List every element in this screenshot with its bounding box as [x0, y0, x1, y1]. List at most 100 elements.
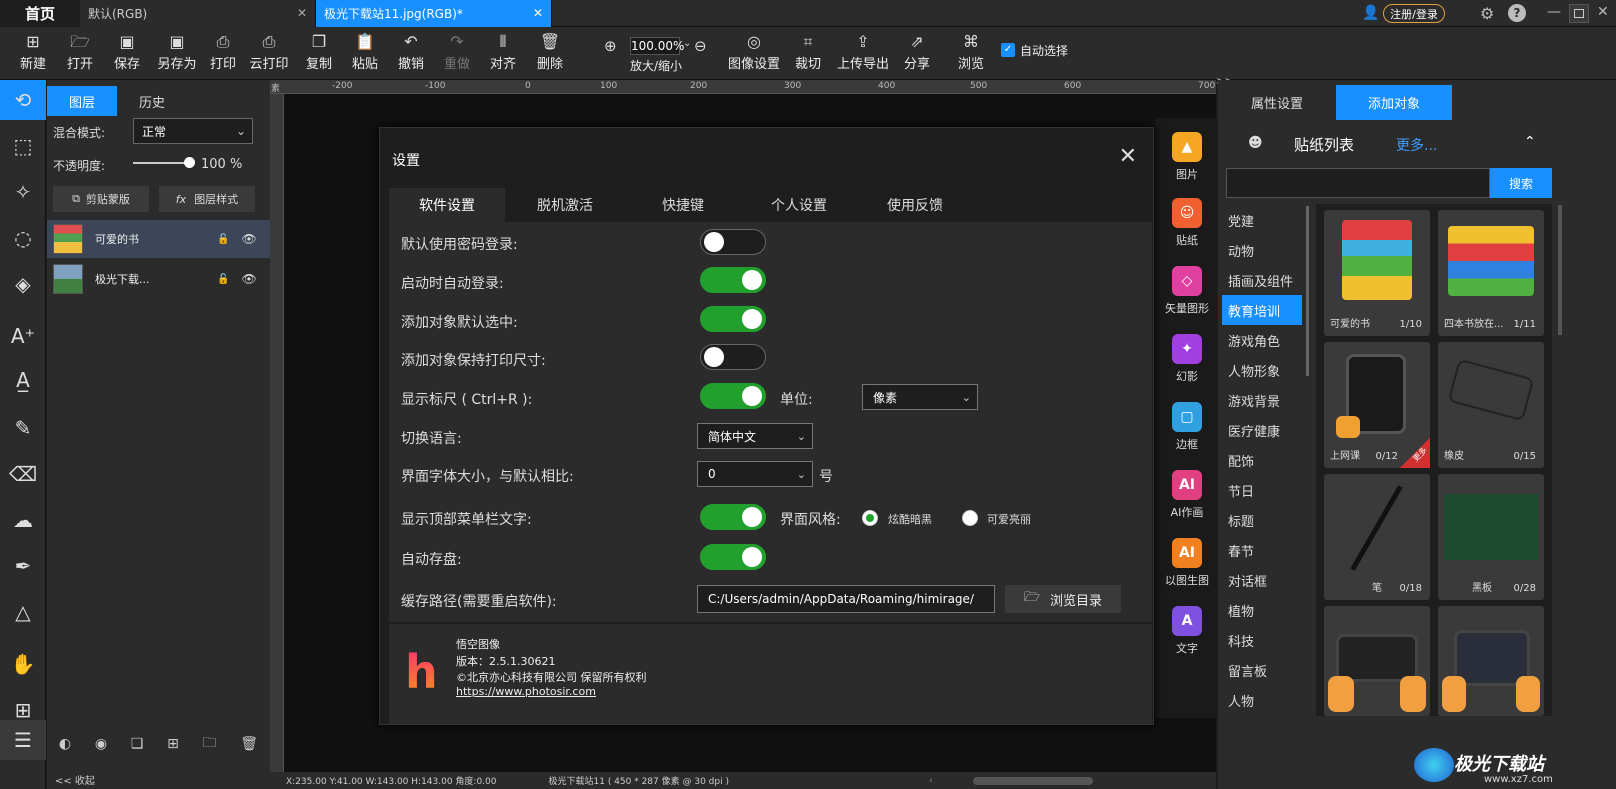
- sticker-item[interactable]: 橡皮 0/15: [1438, 342, 1544, 468]
- sticker-category[interactable]: 植物: [1222, 595, 1302, 625]
- category-vector[interactable]: ◇ 矢量图形: [1159, 266, 1215, 316]
- tab-personal-settings[interactable]: 个人设置: [741, 188, 857, 222]
- hand-tool-icon[interactable]: ✋: [0, 644, 46, 684]
- duplicate-icon[interactable]: ❏: [131, 736, 144, 752]
- sticker-category[interactable]: 配饰: [1222, 445, 1302, 475]
- close-icon[interactable]: ✕: [1119, 144, 1137, 169]
- browse-button[interactable]: ⌘ 浏览: [948, 31, 994, 72]
- sticker-category[interactable]: 医疗健康: [1222, 415, 1302, 445]
- search-button[interactable]: 搜索: [1490, 168, 1552, 198]
- category-scrollbar[interactable]: [1306, 206, 1309, 376]
- eye-icon[interactable]: 👁: [241, 272, 256, 286]
- help-icon[interactable]: ?: [1508, 4, 1526, 22]
- menu-text-toggle[interactable]: [700, 504, 766, 530]
- magic-wand-icon[interactable]: ✧: [0, 172, 46, 212]
- marquee-tool-icon[interactable]: ⬚: [0, 126, 46, 166]
- add-layer-icon[interactable]: ⊞: [167, 736, 179, 752]
- eye-icon[interactable]: 👁: [241, 232, 256, 246]
- shape-tool-icon[interactable]: △: [0, 592, 46, 632]
- select-tool-icon[interactable]: ⟲: [0, 80, 46, 120]
- doc-tab-active[interactable]: 极光下载站11.jpg(RGB)* ✕: [316, 0, 552, 27]
- chevron-down-icon[interactable]: ⌄: [683, 38, 691, 49]
- sticker-category[interactable]: 党建: [1222, 205, 1302, 235]
- tab-layers[interactable]: 图层: [47, 86, 117, 116]
- save-as-button[interactable]: ▣ 另存为: [150, 31, 204, 72]
- layer-row[interactable]: 极光下载... 🔓 👁: [47, 260, 270, 298]
- share-button[interactable]: ⇗ 分享: [894, 31, 940, 72]
- mask-icon[interactable]: ◉: [95, 736, 107, 752]
- sticker-category[interactable]: 插画及组件: [1222, 265, 1302, 295]
- tab-shortcuts[interactable]: 快捷键: [625, 188, 741, 222]
- user-icon[interactable]: 👤: [1362, 5, 1379, 21]
- style-light-radio[interactable]: [962, 510, 978, 526]
- category-image[interactable]: ▲ 图片: [1159, 132, 1215, 182]
- layer-row[interactable]: 可爱的书 🔓 👁: [47, 220, 270, 258]
- sticker-category[interactable]: 人物形象: [1222, 355, 1302, 385]
- close-icon[interactable]: ✕: [533, 6, 543, 20]
- sticker-scrollbar[interactable]: [1558, 205, 1562, 335]
- sticker-item[interactable]: 黑板 0/28: [1438, 474, 1544, 600]
- open-button[interactable]: 🗁 打开: [57, 31, 103, 72]
- opacity-slider-handle[interactable]: [184, 157, 195, 168]
- sticker-item[interactable]: 可爱的书 1/10: [1324, 210, 1430, 336]
- font-size-select[interactable]: 0 ⌄: [697, 461, 813, 487]
- category-sticker[interactable]: ☺ 贴纸: [1159, 198, 1215, 248]
- category-frame[interactable]: ▢ 边框: [1159, 402, 1215, 452]
- minimize-icon[interactable]: —: [1547, 4, 1561, 20]
- gear-icon[interactable]: ⚙: [1480, 4, 1494, 23]
- sticker-item[interactable]: 更多 上网课 0/12: [1324, 342, 1430, 468]
- layers-icon[interactable]: ☰: [0, 720, 46, 760]
- align-button[interactable]: ⫴ 对齐: [480, 31, 526, 72]
- maximize-icon[interactable]: [1569, 4, 1589, 23]
- lasso-icon[interactable]: ◌: [0, 218, 46, 258]
- auto-select-checkbox[interactable]: ✓: [1001, 43, 1015, 57]
- sticker-category[interactable]: 留言板: [1222, 655, 1302, 685]
- zoom-in-icon[interactable]: ⊕: [604, 37, 617, 55]
- zoom-out-icon[interactable]: ⊖: [694, 37, 707, 55]
- add-text-icon[interactable]: A⁺: [0, 316, 46, 356]
- browse-directory-button[interactable]: 🗁 浏览目录: [1005, 585, 1121, 613]
- sticker-item[interactable]: [1324, 606, 1430, 716]
- sticker-item[interactable]: 四本书放在... 1/11: [1438, 210, 1544, 336]
- sticker-category[interactable]: 标题: [1222, 505, 1302, 535]
- sticker-category[interactable]: 节日: [1222, 475, 1302, 505]
- zoom-input[interactable]: 100.00%: [630, 37, 684, 55]
- print-size-toggle[interactable]: [700, 344, 766, 370]
- login-button[interactable]: 注册/登录: [1383, 4, 1445, 23]
- tab-properties[interactable]: 属性设置: [1218, 85, 1336, 120]
- undo-button[interactable]: ↶ 撤销: [388, 31, 434, 72]
- sticker-category[interactable]: 对话框: [1222, 565, 1302, 595]
- text-style-icon[interactable]: A̲: [0, 360, 46, 400]
- layer-style-button[interactable]: fx 图层样式: [159, 186, 255, 212]
- pen-tool-icon[interactable]: ✒: [0, 546, 46, 586]
- sticker-search-input[interactable]: [1226, 168, 1490, 198]
- tab-add-object[interactable]: 添加对象: [1336, 85, 1452, 120]
- eraser-icon[interactable]: ⌫: [0, 454, 46, 494]
- close-window-icon[interactable]: ✕: [1597, 4, 1609, 20]
- smudge-icon[interactable]: ☁: [0, 500, 46, 540]
- tab-history[interactable]: 历史: [117, 86, 187, 116]
- crop-button[interactable]: ⌗ 裁切: [785, 31, 831, 72]
- lock-icon[interactable]: 🔓: [217, 274, 229, 285]
- trash-icon[interactable]: 🗑: [240, 736, 258, 752]
- delete-button[interactable]: 🗑 删除: [527, 31, 573, 72]
- sticker-category[interactable]: 游戏背景: [1222, 385, 1302, 415]
- image-settings-button[interactable]: ◎ 图像设置: [722, 31, 786, 72]
- ruler-toggle[interactable]: [700, 383, 766, 409]
- opacity-slider[interactable]: [133, 157, 195, 168]
- copy-button[interactable]: ❐ 复制: [296, 31, 342, 72]
- scroll-left-icon[interactable]: ‹: [929, 776, 933, 786]
- upload-export-button[interactable]: ⇪ 上传导出: [832, 31, 894, 72]
- auto-save-toggle[interactable]: [700, 544, 766, 570]
- sticker-item[interactable]: [1438, 606, 1544, 716]
- collapse-button[interactable]: << 收起: [55, 772, 95, 787]
- auto-login-toggle[interactable]: [700, 267, 766, 293]
- tab-offline-activation[interactable]: 脱机激活: [505, 188, 625, 222]
- tab-feedback[interactable]: 使用反馈: [857, 188, 973, 222]
- brush-icon[interactable]: ✎: [0, 408, 46, 448]
- cloud-print-button[interactable]: ⎙ 云打印: [244, 31, 294, 72]
- category-img2img[interactable]: AI 以图生图: [1159, 538, 1215, 588]
- cache-path-input[interactable]: C:/Users/admin/AppData/Roaming/himirage/: [697, 585, 995, 613]
- sticker-category[interactable]: 人物: [1222, 685, 1302, 715]
- sticker-category[interactable]: 游戏角色: [1222, 325, 1302, 355]
